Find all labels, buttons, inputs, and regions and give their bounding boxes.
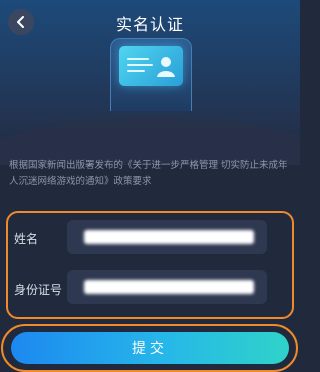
page-title: 实名认证 (115, 15, 184, 34)
policy-notice: 根据国家新闻出版署发布的《关于进一步严格管理 切实防止未成年人沉迷网络游戏的通知… (9, 160, 288, 187)
id-number-value-redacted (84, 280, 254, 294)
id-card-line (127, 70, 145, 72)
id-card-line (127, 58, 149, 60)
submit-button[interactable]: 提交 (11, 332, 289, 364)
name-label: 姓名 (14, 232, 39, 246)
id-card-line (127, 64, 153, 66)
id-card-icon (119, 46, 183, 86)
avatar-icon (157, 57, 175, 77)
name-value-redacted (84, 230, 254, 244)
id-number-label: 身份证号 (14, 283, 63, 297)
